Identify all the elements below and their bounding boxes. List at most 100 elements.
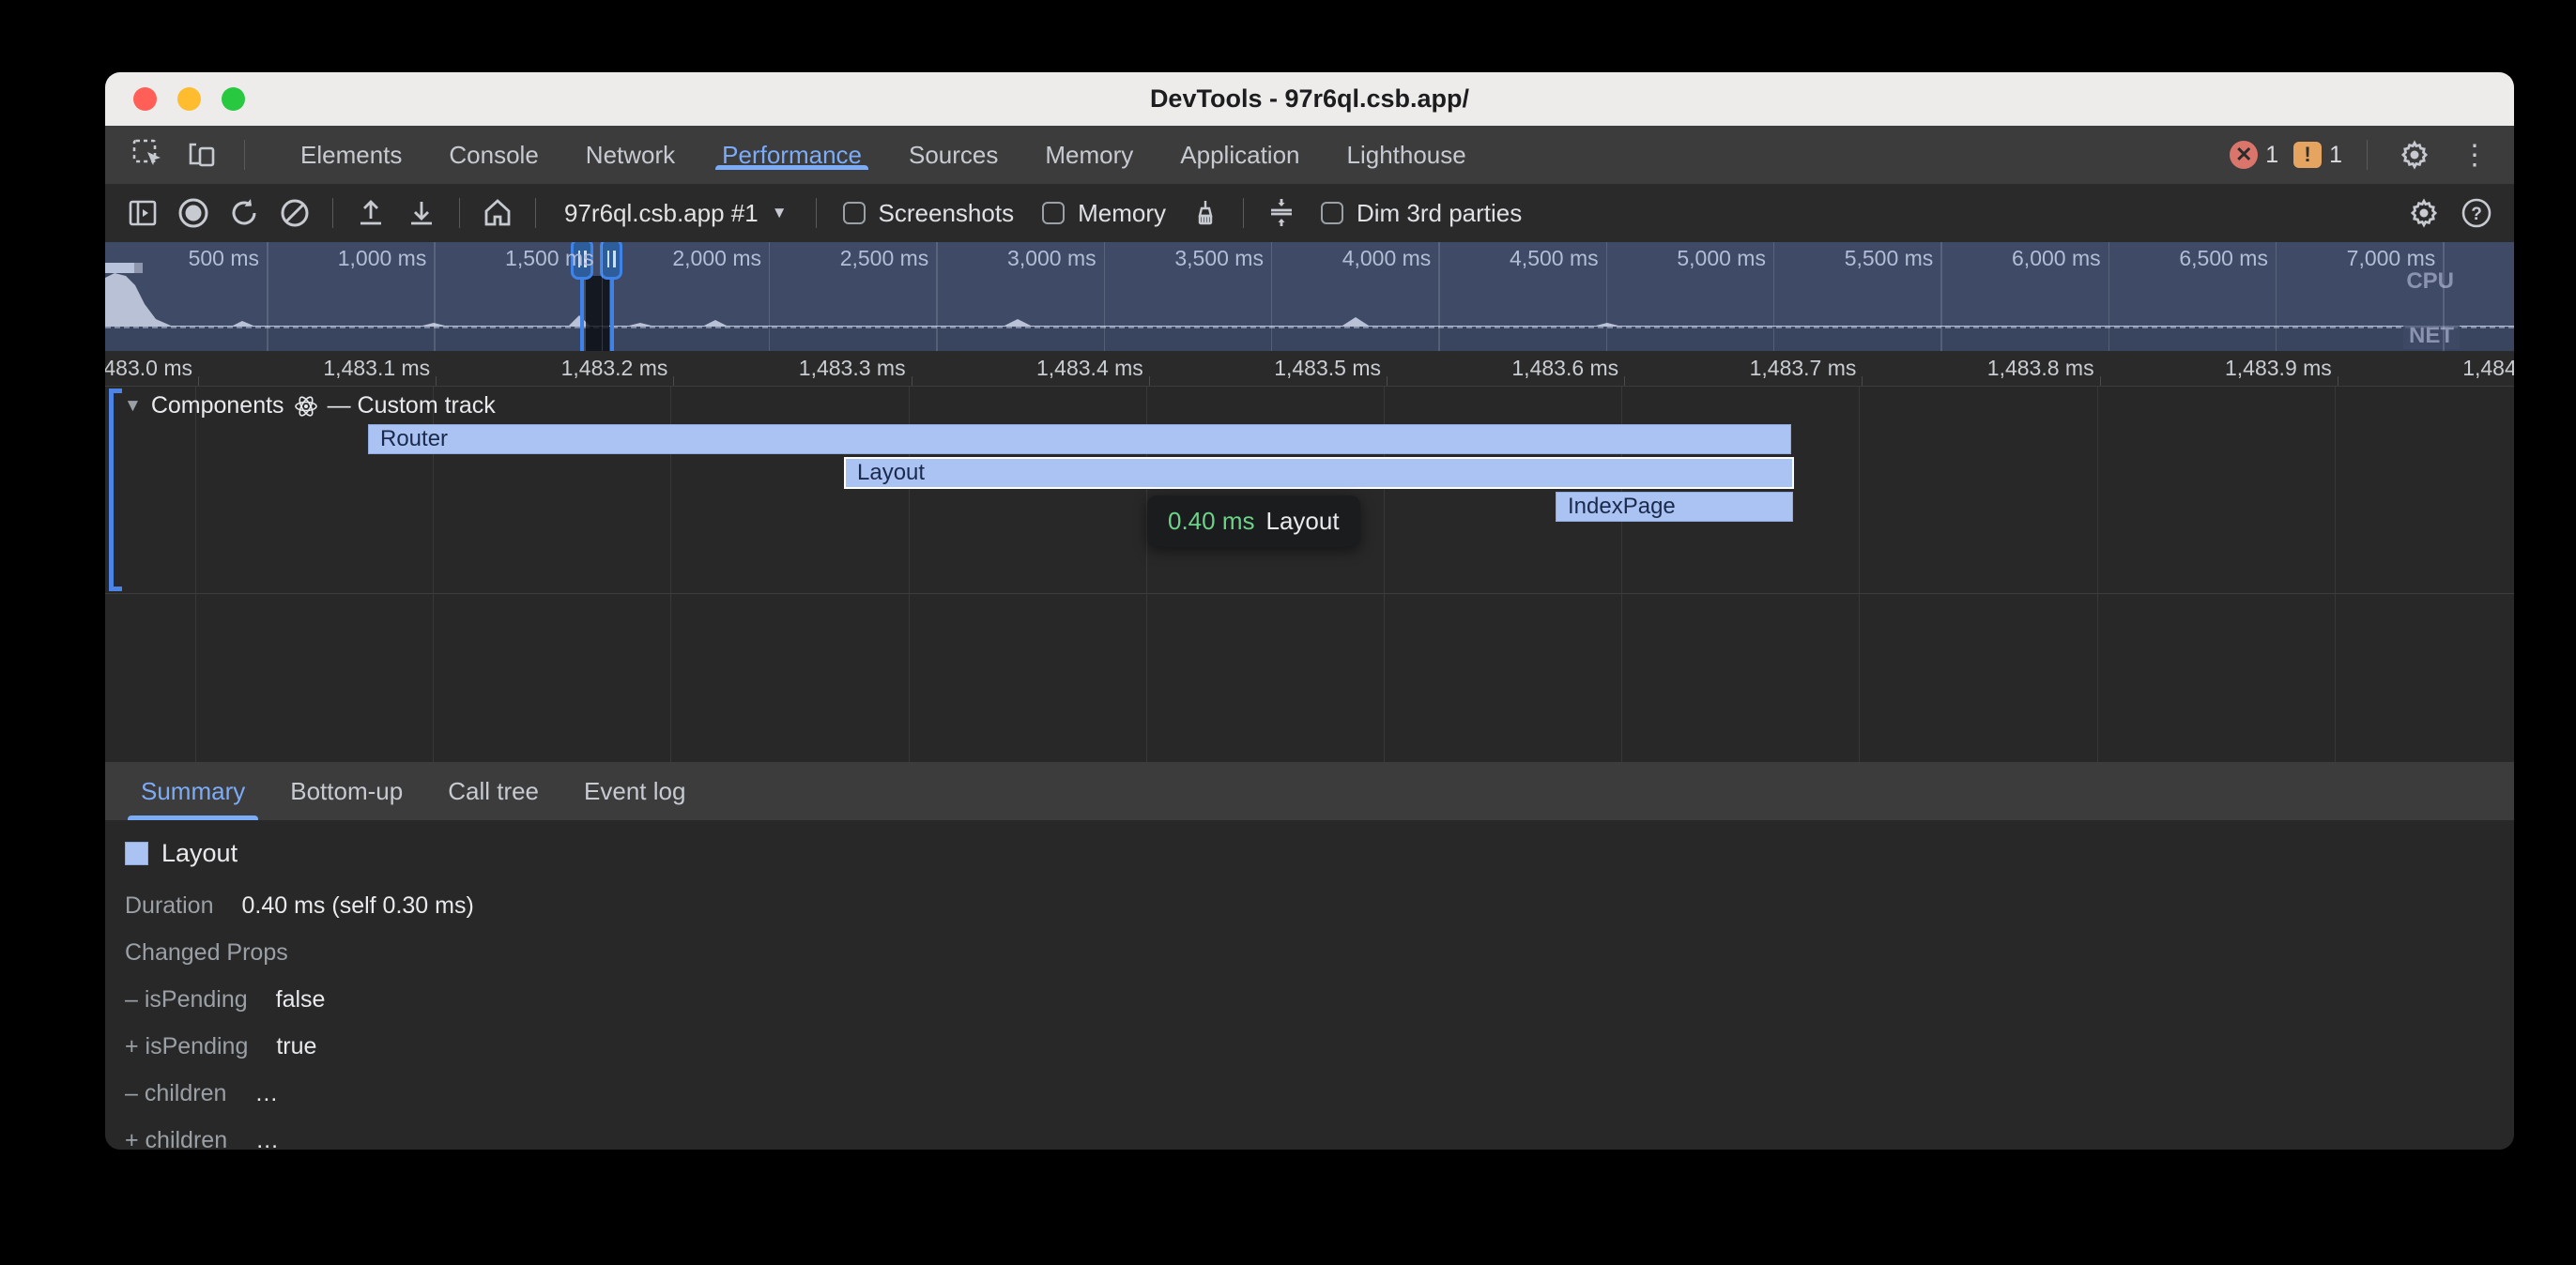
cpu-lane-label: CPU <box>2400 268 2460 295</box>
record-icon[interactable] <box>171 191 216 236</box>
event-color-swatch <box>125 842 148 865</box>
flame-bar-layout[interactable]: Layout <box>845 458 1793 488</box>
minimize-window-button[interactable] <box>177 87 201 111</box>
overview-tick-label: 500 ms <box>109 246 259 271</box>
divider <box>1243 198 1244 228</box>
ruler-tick-mark <box>1862 376 1863 386</box>
device-toolbar-icon[interactable] <box>180 132 225 177</box>
tab-lighthouse[interactable]: Lighthouse <box>1324 141 1490 170</box>
divider <box>459 198 460 228</box>
summary-row-label: Duration <box>125 892 214 920</box>
memory-checkbox[interactable]: Memory <box>1031 199 1177 228</box>
overview-gridline <box>1271 242 1273 351</box>
details-tab-bottom-up[interactable]: Bottom-up <box>268 762 425 820</box>
summary-row: + children … <box>125 1127 2514 1150</box>
ruler-tick-mark <box>1149 376 1150 386</box>
track-bottom-divider <box>105 593 2514 594</box>
tab-application[interactable]: Application <box>1157 141 1323 170</box>
issues-badge[interactable]: ! 1 <box>2293 142 2342 169</box>
toggle-sidebar-icon[interactable] <box>120 191 165 236</box>
tab-elements[interactable]: Elements <box>277 141 425 170</box>
load-profile-icon[interactable] <box>348 191 393 236</box>
overview-gridline <box>434 242 436 351</box>
help-icon[interactable]: ? <box>2454 191 2499 236</box>
flame-chart[interactable]: ▼ Components — Custom track Router Layout… <box>105 387 2514 762</box>
summary-row: – children… <box>125 1080 2514 1107</box>
overview-gridline <box>769 242 771 351</box>
clear-icon[interactable] <box>272 191 317 236</box>
summary-row-value: 0.40 ms (self 0.30 ms) <box>242 892 474 920</box>
details-tab-summary[interactable]: Summary <box>118 762 268 820</box>
net-lane-label: NET <box>2403 323 2460 349</box>
overview-gridline <box>267 242 268 351</box>
dim-3rd-parties-checkbox[interactable]: Dim 3rd parties <box>1310 199 1533 228</box>
divider <box>244 140 245 170</box>
zoom-window-button[interactable] <box>222 87 245 111</box>
track-header[interactable]: ▼ Components — Custom track <box>124 392 496 419</box>
save-profile-icon[interactable] <box>399 191 444 236</box>
collect-garbage-icon[interactable] <box>1183 191 1228 236</box>
ruler-tick-label: 1,483.3 ms <box>699 356 906 381</box>
details-tab-call-tree[interactable]: Call tree <box>425 762 561 820</box>
ruler-tick-mark <box>673 376 674 386</box>
close-window-button[interactable] <box>133 87 157 111</box>
overview-gridline <box>2443 242 2445 351</box>
summary-row: Duration 0.40 ms (self 0.30 ms) <box>125 892 2514 920</box>
flame-bar-indexpage[interactable]: IndexPage <box>1556 492 1793 522</box>
dim-3rd-parties-label: Dim 3rd parties <box>1357 199 1522 228</box>
inspect-element-icon[interactable] <box>126 132 171 177</box>
ruler-tick-label: 1,483.5 ms <box>1174 356 1381 381</box>
error-icon: ✕ <box>2230 141 2258 169</box>
flame-bar-router[interactable]: Router <box>368 424 1791 454</box>
live-metrics-home-icon[interactable] <box>475 191 520 236</box>
overview-tick-label: 4,000 ms <box>1280 246 1431 271</box>
flame-gridline <box>2335 387 2336 762</box>
flame-gridline <box>2097 387 2098 762</box>
tab-sources[interactable]: Sources <box>885 141 1021 170</box>
settings-gear-icon[interactable] <box>2392 132 2437 177</box>
tab-memory[interactable]: Memory <box>1021 141 1157 170</box>
tab-console[interactable]: Console <box>425 141 561 170</box>
console-errors-badge[interactable]: ✕ 1 <box>2230 141 2278 169</box>
overview-tick-label: 2,500 ms <box>778 246 928 271</box>
checkbox-icon <box>843 202 866 224</box>
overview-tick-label: 2,000 ms <box>611 246 761 271</box>
ruler-tick-label: 1,484.0 ms <box>2363 356 2514 381</box>
summary-row-label: + children <box>125 1127 227 1150</box>
capture-settings-gear-icon[interactable] <box>2401 191 2446 236</box>
summary-row-value: … <box>254 1080 278 1107</box>
timeline-overview[interactable]: CPU NET 500 ms1,000 ms1,500 ms2,000 ms2,… <box>105 242 2514 351</box>
timeline-ruler[interactable]: 1,483.0 ms1,483.1 ms1,483.2 ms1,483.3 ms… <box>105 351 2514 387</box>
tab-performance[interactable]: Performance <box>698 141 885 170</box>
summary-row-value: … <box>255 1127 279 1150</box>
ruler-tick-label: 1,483.9 ms <box>2125 356 2332 381</box>
checkbox-icon <box>1042 202 1065 224</box>
overview-gridline <box>1438 242 1440 351</box>
overview-tick-label: 1,000 ms <box>276 246 426 271</box>
details-tab-event-log[interactable]: Event log <box>561 762 708 820</box>
selection-range-shade <box>586 276 609 351</box>
ruler-tick-mark <box>2100 376 2101 386</box>
tab-network[interactable]: Network <box>562 141 698 170</box>
selected-track-bracket <box>109 389 122 591</box>
reload-record-icon[interactable] <box>222 191 267 236</box>
chevron-down-icon: ▼ <box>772 204 788 222</box>
divider <box>332 198 333 228</box>
overview-tick-label: 3,500 ms <box>1113 246 1264 271</box>
collapse-sanitize-icon[interactable] <box>1259 191 1304 236</box>
window-title: DevTools - 97r6ql.csb.app/ <box>105 84 2514 114</box>
screenshots-checkbox[interactable]: Screenshots <box>832 199 1026 228</box>
more-options-icon[interactable]: ⋮ <box>2452 132 2497 177</box>
divider <box>535 198 536 228</box>
page-selector-dropdown[interactable]: 97r6ql.csb.app #1 ▼ <box>551 199 801 228</box>
overview-gridline <box>2108 242 2110 351</box>
titlebar: DevTools - 97r6ql.csb.app/ <box>105 72 2514 126</box>
tooltip-duration: 0.40 ms <box>1168 507 1255 536</box>
disclosure-triangle-icon[interactable]: ▼ <box>124 396 142 417</box>
overview-gridline <box>936 242 938 351</box>
summary-row-value: true <box>276 1033 316 1060</box>
summary-row-value: false <box>276 986 326 1014</box>
overview-gridline <box>1104 242 1106 351</box>
summary-row-label: + isPending <box>125 1033 248 1060</box>
tooltip-label: Layout <box>1266 507 1340 536</box>
